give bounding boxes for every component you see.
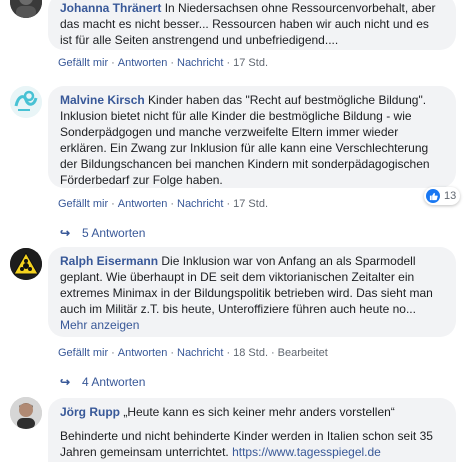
profile-logo-icon	[10, 86, 42, 118]
avatar[interactable]	[10, 86, 42, 118]
external-link[interactable]: https://www.tagesspiegel.de	[232, 445, 381, 459]
like-button[interactable]: Gefällt mir	[58, 57, 108, 69]
comment-bubble: Malvine Kirsch Kinder haben das "Recht a…	[48, 86, 456, 188]
comment-text: Kinder haben das "Recht auf bestmögliche…	[60, 93, 430, 187]
timestamp[interactable]: 18 Std.	[233, 347, 268, 359]
message-button[interactable]: Nachricht	[177, 347, 223, 359]
comment-text: „Heute kann es sich keiner mehr anders v…	[120, 405, 395, 419]
comment-author[interactable]: Malvine Kirsch	[60, 93, 145, 107]
reaction-count: 13	[444, 190, 457, 202]
comment-actions: Gefällt mir · Antworten · Nachricht · 17 Std.	[58, 198, 268, 210]
reply-button[interactable]: Antworten	[118, 57, 168, 69]
reply-arrow-icon: ↪	[60, 226, 71, 240]
timestamp[interactable]: 17 Std.	[233, 198, 268, 210]
message-button[interactable]: Nachricht	[177, 57, 223, 69]
message-button[interactable]: Nachricht	[177, 198, 223, 210]
reply-button[interactable]: Antworten	[118, 198, 168, 210]
edited-label[interactable]: Bearbeitet	[278, 347, 328, 359]
show-more-link[interactable]: Mehr anzeigen	[60, 318, 139, 332]
comment-actions: Gefällt mir · Antworten · Nachricht · 17 Std.	[58, 57, 268, 69]
avatar[interactable]	[10, 0, 42, 18]
replies-count[interactable]: 5 Antworten	[82, 226, 145, 240]
comment-author[interactable]: Ralph Eisermann	[60, 254, 158, 268]
profile-photo-icon	[10, 397, 42, 429]
view-replies-link[interactable]: ↪ 5 Antworten	[60, 225, 145, 241]
avatar[interactable]	[10, 397, 42, 429]
reply-arrow-icon: ↪	[60, 375, 71, 389]
like-button[interactable]: Gefällt mir	[58, 198, 108, 210]
comment-bubble: Jörg Rupp „Heute kann es sich keiner meh…	[48, 398, 456, 462]
comment-author[interactable]: Jörg Rupp	[60, 405, 120, 419]
thumbs-up-icon	[426, 189, 440, 203]
replies-count[interactable]: 4 Antworten	[82, 375, 145, 389]
like-button[interactable]: Gefällt mir	[58, 347, 108, 359]
reaction-badge[interactable]: 13	[424, 187, 461, 205]
hazard-symbol-icon	[10, 248, 42, 280]
view-replies-link[interactable]: ↪ 4 Antworten	[60, 374, 145, 390]
avatar[interactable]	[10, 248, 42, 280]
reply-button[interactable]: Antworten	[118, 347, 168, 359]
comment-author[interactable]: Johanna Thränert	[60, 1, 161, 15]
comment-actions: Gefällt mir · Antworten · Nachricht · 18 Std. ·…	[58, 347, 328, 359]
comment-bubble: Ralph Eisermann Die Inklusion war von An…	[48, 247, 456, 337]
profile-photo-icon	[10, 0, 42, 18]
timestamp[interactable]: 17 Std.	[233, 57, 268, 69]
comment-bubble: Johanna Thränert In Niedersachsen ohne R…	[48, 0, 456, 50]
